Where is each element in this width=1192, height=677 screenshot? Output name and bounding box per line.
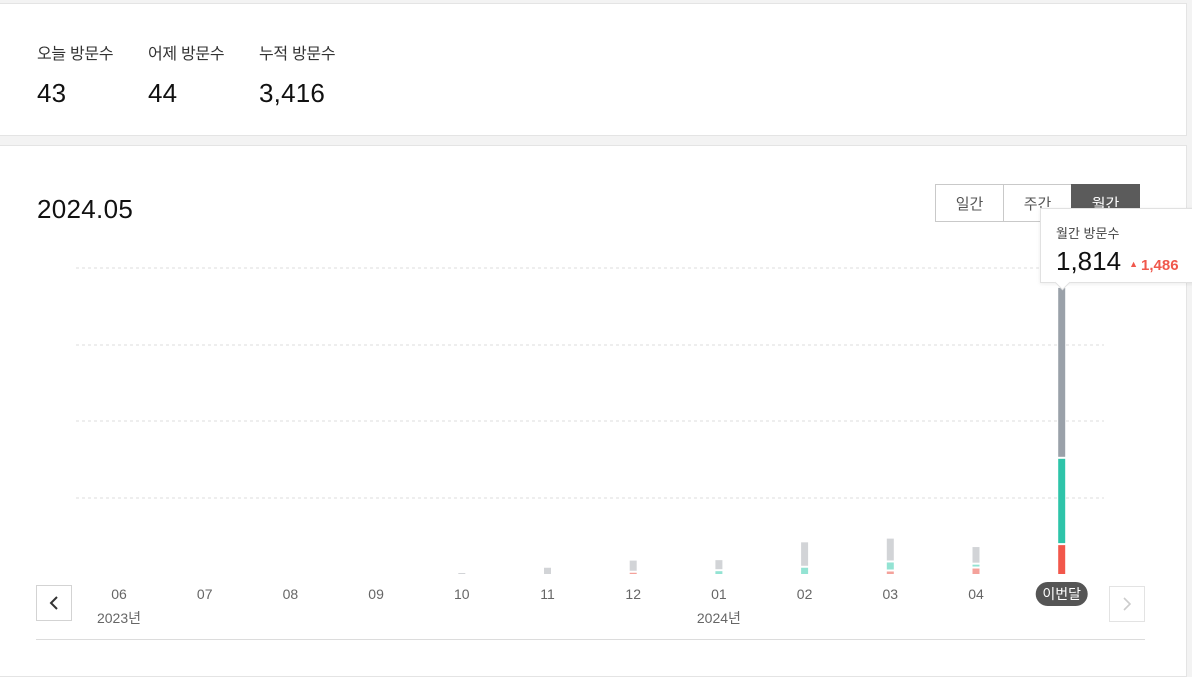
x-tick-label-1: 07	[197, 586, 213, 602]
bar-9-series-0	[886, 538, 894, 561]
chevron-right-icon	[1123, 597, 1132, 611]
x-tick-label-4: 10	[454, 586, 470, 602]
x-tick-label-0: 06	[111, 586, 127, 602]
bar-10-series-1	[972, 564, 980, 567]
bar-11-series-2	[1058, 545, 1066, 574]
bar-8-series-1	[801, 567, 809, 574]
bar-8-series-0	[801, 542, 809, 566]
x-tick-label-11: 이번달	[1042, 586, 1081, 602]
tooltip-label: 월간 방문수	[1056, 226, 1120, 241]
bar-11-series-1	[1058, 458, 1066, 544]
tooltip-delta-value: 1,486	[1141, 257, 1179, 274]
x-tick-label-6: 12	[625, 586, 641, 602]
x-tick-label-9: 03	[883, 586, 899, 602]
up-triangle-icon: ▲	[1129, 259, 1138, 269]
x-tick-label-8: 02	[797, 586, 813, 602]
bar-6-series-2	[629, 572, 637, 574]
x-tick-label-7: 01	[711, 586, 727, 602]
x-tick-label-3: 09	[368, 586, 384, 602]
x-tick-label-5: 11	[540, 586, 555, 602]
bar-7-series-1	[715, 571, 723, 574]
bar-5-series-0	[544, 567, 551, 574]
bar-10-series-0	[972, 547, 980, 563]
prev-period-button[interactable]	[36, 585, 72, 621]
year-label-0: 2023년	[97, 610, 141, 626]
bar-7-series-0	[715, 560, 723, 570]
bottom-divider	[36, 639, 1145, 640]
bar-11-series-0	[1058, 287, 1066, 457]
bar-9-series-1	[886, 562, 894, 570]
bar-10-series-2	[972, 568, 980, 574]
bar-4-series-0	[458, 573, 466, 574]
year-label-1: 2024년	[697, 610, 741, 626]
bar-9-series-2	[886, 571, 894, 574]
chart-tooltip: 월간 방문수 1,814 ▲ 1,486	[1040, 208, 1192, 291]
x-tick-label-2: 08	[283, 586, 299, 602]
x-tick-label-10: 04	[968, 586, 984, 602]
tooltip-delta: ▲ 1,486	[1129, 257, 1178, 274]
bar-6-series-0	[629, 560, 637, 571]
chevron-left-icon	[49, 596, 58, 610]
visits-chart: 06 07 08 09 10 11 12 01 02 03 04 이번달 2023년 2024년	[76, 267, 1104, 626]
tooltip-value: 1,814	[1056, 246, 1122, 276]
next-period-button[interactable]	[1109, 586, 1145, 622]
